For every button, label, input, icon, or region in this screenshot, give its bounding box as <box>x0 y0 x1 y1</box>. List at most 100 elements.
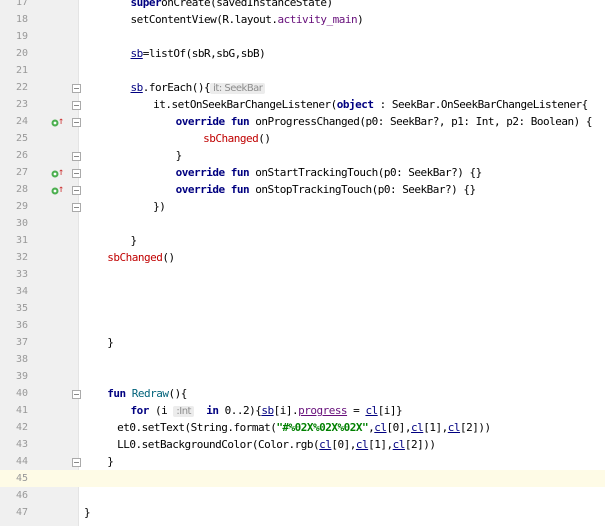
code-token: } <box>175 149 183 162</box>
code-token: cl <box>374 421 387 434</box>
code-text: sb=listOf(sbR,sbG,sbB) <box>131 45 266 62</box>
code-text: override fun onStopTrackingTouch(p0: See… <box>175 181 477 198</box>
type-hint: :Int <box>173 406 194 417</box>
code-token: fun <box>107 387 126 400</box>
line-number: 33 <box>15 269 28 280</box>
code-token: sbChanged <box>107 251 163 264</box>
line-number: 47 <box>15 507 28 518</box>
code-line-47[interactable]: 47} <box>0 504 605 521</box>
code-token: onStopTrackingTouch(p0: SeekBar?) {} <box>249 183 476 196</box>
line-number: 20 <box>15 48 28 59</box>
code-line-29[interactable]: 29}) <box>0 198 605 215</box>
code-token: onStartTrackingTouch(p0: SeekBar?) {} <box>249 166 482 179</box>
code-token: override fun <box>175 183 250 196</box>
code-line-30[interactable]: 30 <box>0 215 605 232</box>
code-line-43[interactable]: 43 LL0.setBackgroundColor(Color.rgb(cl[0]… <box>0 436 605 453</box>
line-number: 34 <box>15 286 28 297</box>
code-text: } <box>131 232 138 249</box>
code-line-35[interactable]: 35 <box>0 300 605 317</box>
fold-marker-icon[interactable] <box>72 202 81 212</box>
code-token: override fun <box>175 115 250 128</box>
line-number: 22 <box>15 82 28 93</box>
code-line-27[interactable]: 27 ↑ override fun onStartTrackingTouch(p0:… <box>0 164 605 181</box>
code-line-45[interactable]: 45 <box>0 470 605 487</box>
fold-marker-icon[interactable] <box>72 168 81 178</box>
line-number: 23 <box>15 99 28 110</box>
code-token: object <box>336 98 374 111</box>
code-line-20[interactable]: 20 sb=listOf(sbR,sbG,sbB) <box>0 45 605 62</box>
code-token: cl <box>355 438 369 451</box>
code-line-41[interactable]: 41 for (i :Int in 0..2){sb[i].progress = … <box>0 402 605 419</box>
code-line-40[interactable]: 40 fun Redraw(){ <box>0 385 605 402</box>
override-arrow-icon: ↑ <box>58 184 65 195</box>
line-number: 27 <box>15 167 28 178</box>
code-line-28[interactable]: 28 ↑ override fun onStopTrackingTouch(p0: … <box>0 181 605 198</box>
code-token: [2])) <box>404 438 436 451</box>
code-token: [i]. <box>273 404 299 417</box>
code-line-21[interactable]: 21 <box>0 62 605 79</box>
line-number: 40 <box>15 388 28 399</box>
code-token: super <box>130 0 162 9</box>
line-number: 43 <box>15 439 28 450</box>
code-line-46[interactable]: 46 <box>0 487 605 504</box>
fold-marker-icon[interactable] <box>72 389 81 399</box>
fold-marker-icon[interactable] <box>72 83 81 93</box>
code-text: setContentView(R.layout.activity_main) <box>131 11 364 28</box>
fold-marker-icon[interactable] <box>72 185 81 195</box>
code-line-23[interactable]: 23 it.setOnSeekBarChangeListener(object :… <box>0 96 605 113</box>
code-editor[interactable]: 17 superonCreate(savedInstanceState) 18 set… <box>0 0 605 526</box>
code-token: } <box>107 336 114 349</box>
fold-marker-icon[interactable] <box>72 100 81 110</box>
code-token: cl <box>319 438 332 451</box>
line-number: 42 <box>15 422 28 433</box>
fold-marker-icon[interactable] <box>72 151 81 161</box>
code-line-22[interactable]: 22 sb.forEach(){it: SeekBar <box>0 79 605 96</box>
code-token: sb <box>130 47 144 60</box>
code-token: activity_main <box>277 13 358 26</box>
code-token: progress <box>298 404 348 417</box>
code-text: } <box>175 147 183 164</box>
code-token: "#%02X%02X%02X" <box>276 421 369 434</box>
line-number: 38 <box>15 354 28 365</box>
line-number: 17 <box>15 0 28 8</box>
fold-marker-icon[interactable] <box>72 457 81 467</box>
line-number: 36 <box>15 320 28 331</box>
code-token: ) <box>357 13 364 26</box>
code-line-42[interactable]: 42 et0.setText(String.format("#%02X%02X%0… <box>0 419 605 436</box>
code-line-31[interactable]: 31} <box>0 232 605 249</box>
code-line-32[interactable]: 32 sbChanged() <box>0 249 605 266</box>
code-token: et0.setText(String.format( <box>117 421 277 434</box>
code-token: =listOf(sbR,sbG,sbB) <box>142 47 266 60</box>
code-token: () <box>258 132 271 145</box>
code-line-24[interactable]: 24 ↑ override fun onProgressChanged(p0: Se… <box>0 113 605 130</box>
code-line-33[interactable]: 33 <box>0 266 605 283</box>
code-token: = <box>347 404 366 417</box>
code-line-39[interactable]: 39 <box>0 368 605 385</box>
code-token: (i <box>148 404 174 417</box>
code-token: cl <box>365 404 378 417</box>
code-token: }) <box>153 200 166 213</box>
line-number: 18 <box>15 14 28 25</box>
line-number: 45 <box>15 473 28 484</box>
code-text: sb.forEach(){it: SeekBar <box>131 79 266 97</box>
fold-marker-icon[interactable] <box>72 117 81 127</box>
code-line-37[interactable]: 37} <box>0 334 605 351</box>
code-token: } <box>84 506 91 519</box>
line-number: 30 <box>15 218 28 229</box>
code-text: sbChanged() <box>203 130 271 147</box>
code-line-26[interactable]: 26} <box>0 147 605 164</box>
code-line-44[interactable]: 44} <box>0 453 605 470</box>
code-line-17[interactable]: 17 superonCreate(savedInstanceState) <box>0 0 605 11</box>
code-line-34[interactable]: 34 <box>0 283 605 300</box>
code-token: in 0..2){ <box>206 404 262 417</box>
code-line-36[interactable]: 36 <box>0 317 605 334</box>
code-line-25[interactable]: 25 sbChanged() <box>0 130 605 147</box>
override-arrow-icon: ↑ <box>58 116 65 127</box>
code-line-18[interactable]: 18 setContentView(R.layout.activity_main) <box>0 11 605 28</box>
code-text: } <box>107 334 114 351</box>
code-token: onCreate(savedInstanceState) <box>161 0 333 9</box>
code-line-38[interactable]: 38 <box>0 351 605 368</box>
code-token: sbChanged <box>203 132 259 145</box>
code-text: override fun onProgressChanged(p0: SeekB… <box>175 113 593 130</box>
code-line-19[interactable]: 19 <box>0 28 605 45</box>
